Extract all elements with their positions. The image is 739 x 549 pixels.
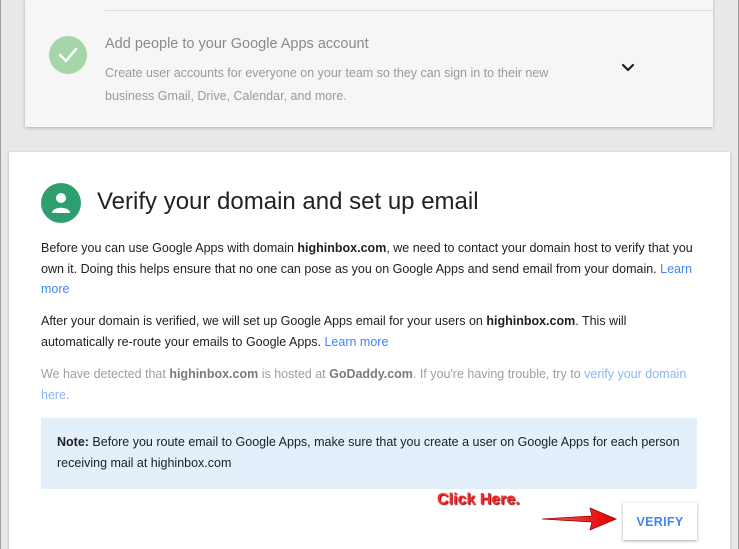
note-box: Note: Before you route email to Google A… — [41, 418, 697, 489]
note-label: Note: — [57, 435, 89, 449]
check-icon — [49, 36, 87, 74]
host-detected-paragraph: We have detected that highinbox.com is h… — [41, 367, 687, 402]
domain-name: highinbox.com — [169, 367, 259, 381]
intro-paragraph: Before you can use Google Apps with doma… — [41, 241, 693, 296]
red-arrow-icon — [540, 504, 618, 539]
completed-step-description: Create user accounts for everyone on you… — [105, 66, 549, 103]
page-title: Verify your domain and set up email — [97, 188, 479, 215]
verify-button[interactable]: VERIFY — [623, 503, 697, 540]
divider — [105, 10, 713, 11]
email-setup-paragraph: After your domain is verified, we will s… — [41, 314, 627, 349]
domain-host: GoDaddy.com — [329, 367, 413, 381]
person-icon — [41, 183, 81, 223]
chevron-down-icon[interactable] — [621, 60, 635, 78]
click-here-annotation: Click Here. — [437, 491, 520, 508]
note-text: Before you route email to Google Apps, m… — [57, 435, 680, 470]
completed-step-card[interactable]: Add people to your Google Apps account C… — [25, 0, 713, 127]
learn-more-link[interactable]: Learn more — [324, 335, 388, 349]
verify-domain-card: Verify your domain and set up email Befo… — [9, 152, 730, 549]
domain-name: highinbox.com — [297, 241, 387, 255]
completed-step-title: Add people to your Google Apps account — [105, 36, 369, 52]
domain-name: highinbox.com — [486, 314, 576, 328]
